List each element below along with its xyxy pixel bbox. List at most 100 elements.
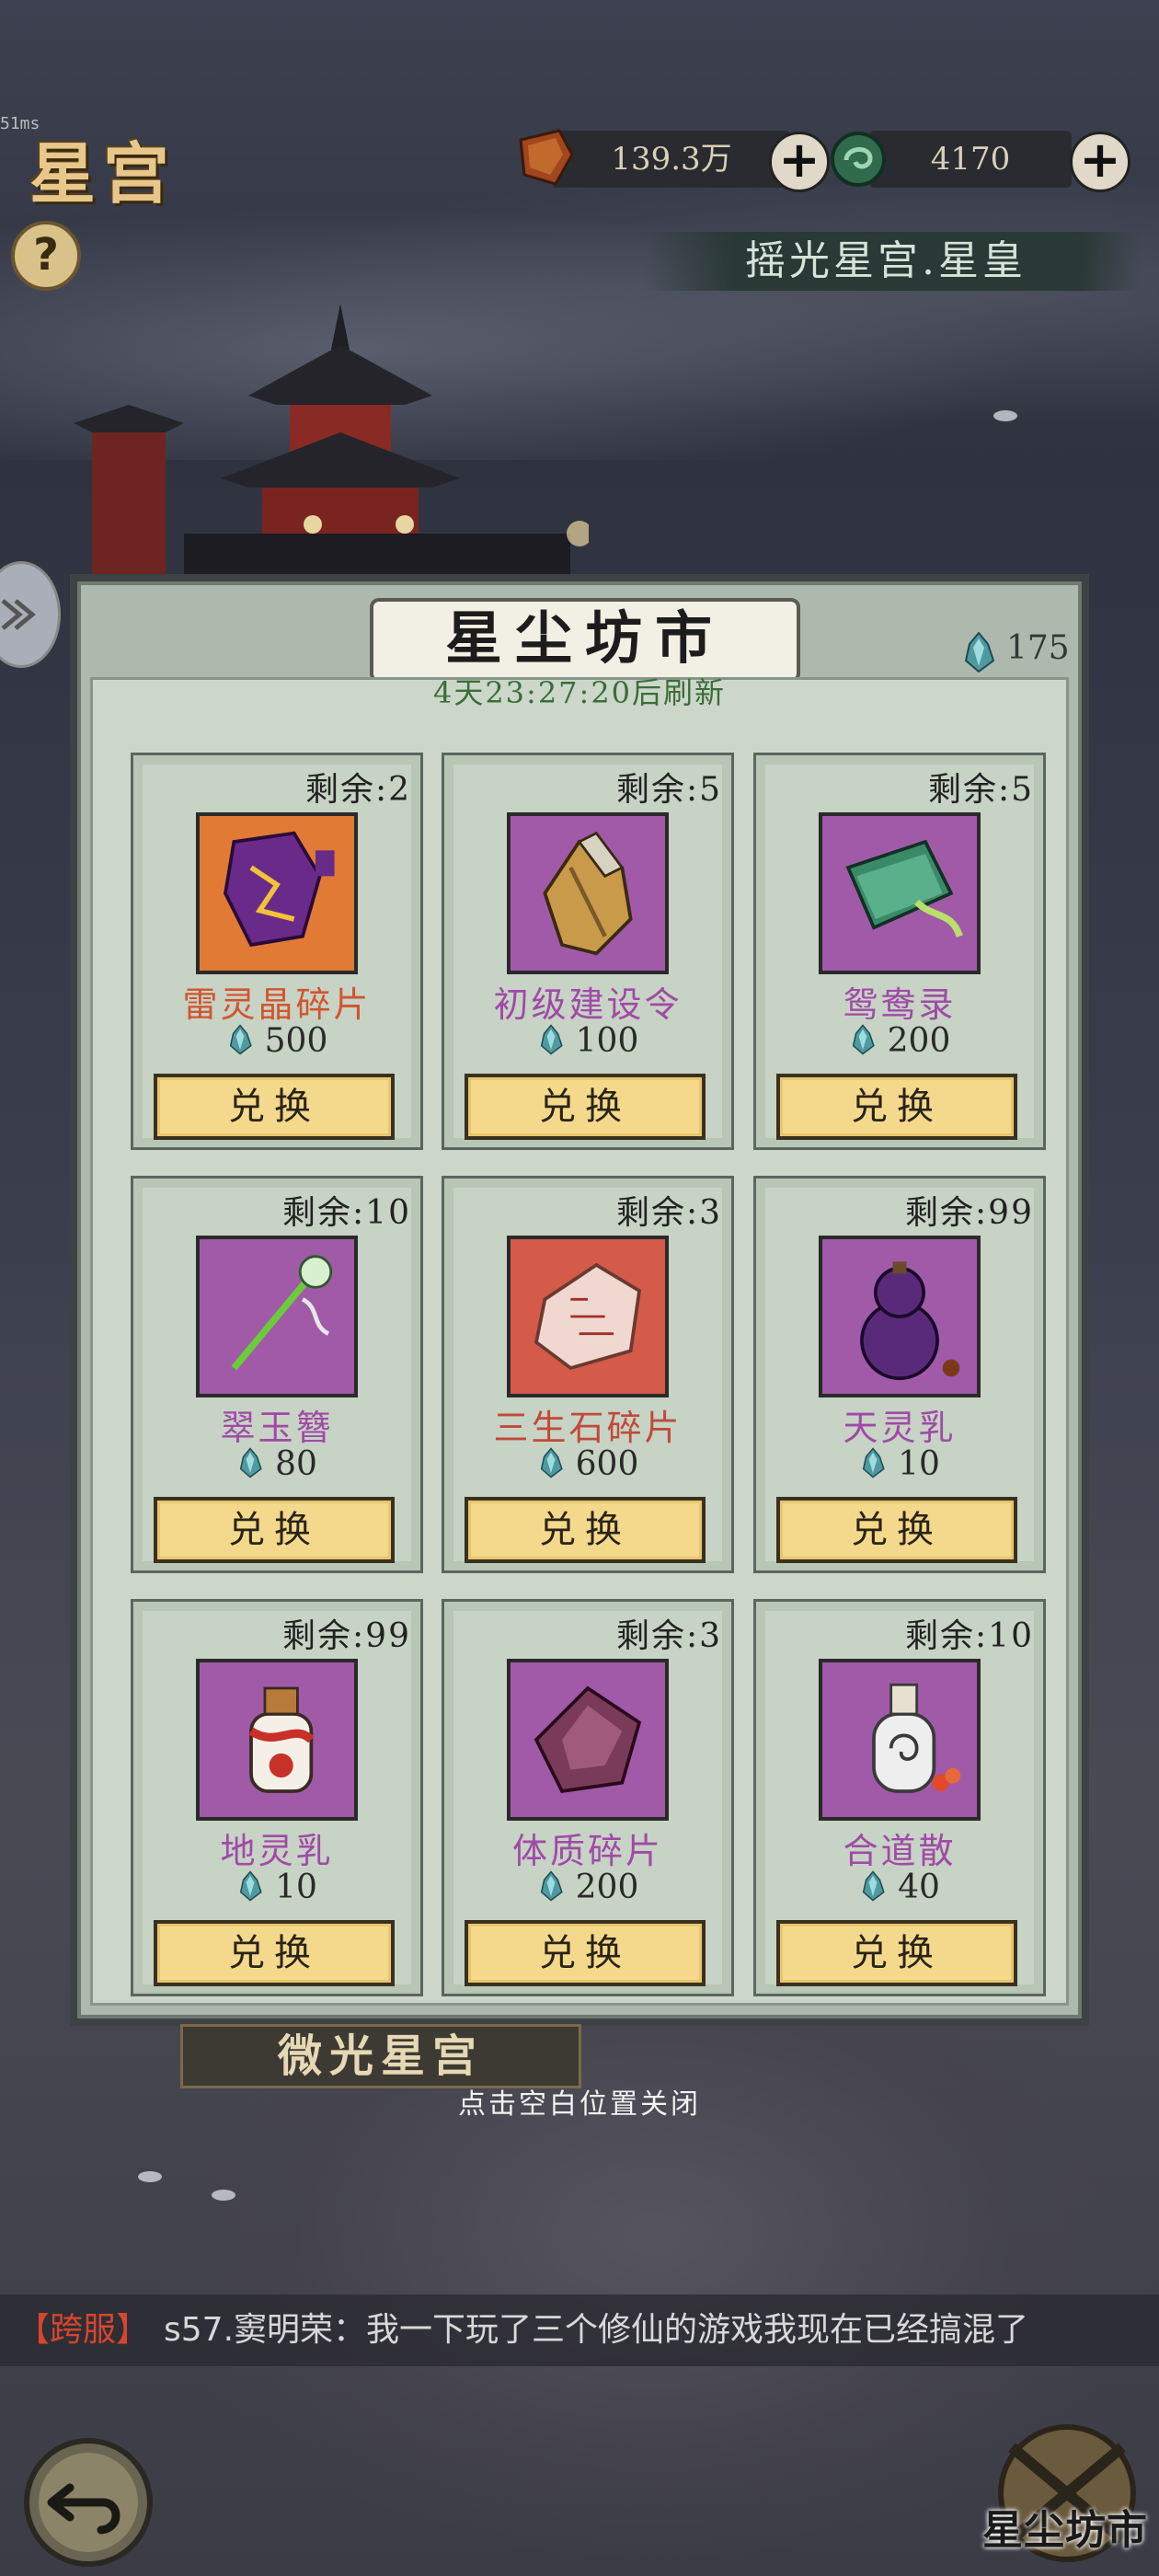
exchange-button[interactable]: 兑换 xyxy=(465,1497,706,1563)
item-name: 地灵乳 xyxy=(220,1831,334,1871)
star-dust-crystal-icon xyxy=(239,1447,262,1478)
petal-decoration xyxy=(212,2190,235,2201)
exchange-button[interactable]: 兑换 xyxy=(776,1074,1017,1140)
item-card: 剩余:10 合道散 40 兑换 xyxy=(753,1599,1046,1996)
jade-hairpin-icon xyxy=(231,1255,333,1371)
item-price-value: 10 xyxy=(275,1869,317,1906)
back-button[interactable] xyxy=(24,2438,153,2567)
item-name: 初级建设令 xyxy=(493,984,683,1025)
item-icon-frame[interactable] xyxy=(507,812,669,974)
item-card: 剩余:10 翠玉簪 80 兑换 xyxy=(131,1176,423,1573)
item-price-value: 500 xyxy=(264,1022,328,1060)
item-price: 600 xyxy=(444,1445,731,1483)
refresh-countdown: 4天23:27:20后刷新 xyxy=(432,675,727,710)
remaining-stock: 剩余:99 xyxy=(905,1194,1034,1232)
star-dust-crystal-icon xyxy=(540,1024,563,1055)
star-dust-crystal-icon xyxy=(540,1447,563,1478)
jade-icon xyxy=(831,132,886,187)
star-dust-count: 175 xyxy=(1006,629,1070,667)
item-price-value: 600 xyxy=(575,1445,639,1483)
star-dust-crystal-icon xyxy=(239,1870,262,1902)
item-name: 鸳鸯录 xyxy=(843,984,957,1025)
petal-decoration xyxy=(993,410,1017,421)
item-icon-frame[interactable] xyxy=(507,1659,669,1821)
exchange-button[interactable]: 兑换 xyxy=(776,1497,1017,1563)
add-ore-button[interactable]: + xyxy=(769,132,830,192)
item-card: 剩余:5 初级建设令 100 兑换 xyxy=(442,753,734,1150)
mandarin-duck-book-icon xyxy=(845,839,963,938)
item-name: 合道散 xyxy=(843,1831,957,1871)
item-price-value: 200 xyxy=(887,1022,951,1060)
item-price: 80 xyxy=(133,1445,420,1483)
rank-title-banner: 摇光星宫.星皇 xyxy=(644,232,1141,291)
gourd-icon xyxy=(860,1261,960,1381)
sansheng-stone-fragment-icon xyxy=(534,1262,642,1371)
item-price: 200 xyxy=(444,1869,731,1906)
item-card: 剩余:99 天灵乳 10 兑换 xyxy=(753,1176,1046,1573)
add-jade-button[interactable]: + xyxy=(1070,132,1130,192)
item-icon-frame[interactable] xyxy=(196,1236,358,1397)
item-name: 翠玉簪 xyxy=(220,1408,334,1448)
jade-amount: 4170 xyxy=(930,141,1011,178)
lightning-crystal-fragment-icon xyxy=(224,831,335,948)
item-price: 200 xyxy=(756,1022,1043,1060)
location-plaque: 微光星宫 xyxy=(180,2024,581,2088)
physique-crystal-fragment-icon xyxy=(534,1685,642,1794)
ore-resource-bar: 139.3万 xyxy=(552,131,791,188)
item-name: 体质碎片 xyxy=(511,1831,663,1871)
item-icon-frame[interactable] xyxy=(196,1659,358,1821)
item-icon-frame[interactable] xyxy=(196,812,358,974)
remaining-stock: 剩余:5 xyxy=(927,771,1034,809)
star-dust-crystal-icon xyxy=(964,631,995,673)
star-dust-crystal-icon xyxy=(862,1447,885,1478)
item-price: 40 xyxy=(756,1869,1043,1906)
item-price-value: 40 xyxy=(898,1869,940,1906)
item-price-value: 100 xyxy=(575,1022,639,1060)
star-dust-market-dialog: 星尘坊市 175 4天23:27:20后刷新 剩余:2 雷灵晶碎片 500 兑换 剩余:… xyxy=(70,574,1089,2026)
star-dust-crystal-icon xyxy=(540,1870,563,1902)
ore-amount: 139.3万 xyxy=(611,141,732,178)
exchange-button[interactable]: 兑换 xyxy=(154,1497,395,1563)
medicine-bottle-icon xyxy=(872,1683,961,1793)
star-dust-crystal-icon xyxy=(229,1024,252,1055)
petal-decoration xyxy=(138,2171,162,2182)
item-price: 10 xyxy=(756,1445,1043,1483)
remaining-stock: 剩余:10 xyxy=(282,1194,411,1232)
palace-building-illustration xyxy=(74,304,589,589)
item-price-value: 200 xyxy=(575,1869,639,1906)
construction-token-icon xyxy=(543,831,633,956)
page-title: 星宫 xyxy=(29,134,178,213)
item-price-value: 80 xyxy=(275,1445,317,1483)
remaining-stock: 剩余:10 xyxy=(905,1617,1034,1655)
jade-resource-bar: 4170 xyxy=(869,131,1072,188)
chat-message: s57.窦明荣：我一下玩了三个修仙的游戏我现在已经搞混了 xyxy=(164,2311,1029,2349)
ore-icon xyxy=(519,129,574,186)
chat-channel-tag: 【跨服】 xyxy=(17,2311,150,2349)
exchange-button[interactable]: 兑换 xyxy=(465,1920,706,1986)
item-icon-frame[interactable] xyxy=(819,1659,981,1821)
item-price: 100 xyxy=(444,1022,731,1060)
item-card: 剩余:3 体质碎片 200 兑换 xyxy=(442,1599,734,1996)
help-button[interactable]: ? xyxy=(11,221,81,291)
star-dust-crystal-icon xyxy=(852,1024,875,1055)
exchange-button[interactable]: 兑换 xyxy=(465,1074,706,1140)
chat-ticker[interactable]: 【跨服】 s57.窦明荣：我一下玩了三个修仙的游戏我现在已经搞混了 xyxy=(0,2294,1159,2366)
item-price-value: 10 xyxy=(898,1445,940,1483)
item-card: 剩余:2 雷灵晶碎片 500 兑换 xyxy=(131,753,423,1150)
item-icon-frame[interactable] xyxy=(507,1236,669,1397)
item-card: 剩余:99 地灵乳 10 兑换 xyxy=(131,1599,423,1996)
item-name: 三生石碎片 xyxy=(493,1408,683,1448)
item-icon-frame[interactable] xyxy=(819,1236,981,1397)
remaining-stock: 剩余:3 xyxy=(615,1617,722,1655)
exchange-button[interactable]: 兑换 xyxy=(154,1920,395,1986)
remaining-stock: 剩余:2 xyxy=(304,771,411,809)
remaining-stock: 剩余:3 xyxy=(615,1194,722,1232)
market-entry-label: 星尘坊市 xyxy=(982,2507,1148,2554)
item-name: 雷灵晶碎片 xyxy=(182,984,372,1025)
exchange-button[interactable]: 兑换 xyxy=(154,1074,395,1140)
item-price: 500 xyxy=(133,1022,420,1060)
remaining-stock: 剩余:5 xyxy=(615,771,722,809)
exchange-button[interactable]: 兑换 xyxy=(776,1920,1017,1986)
item-icon-frame[interactable] xyxy=(819,812,981,974)
item-price: 10 xyxy=(133,1869,420,1906)
